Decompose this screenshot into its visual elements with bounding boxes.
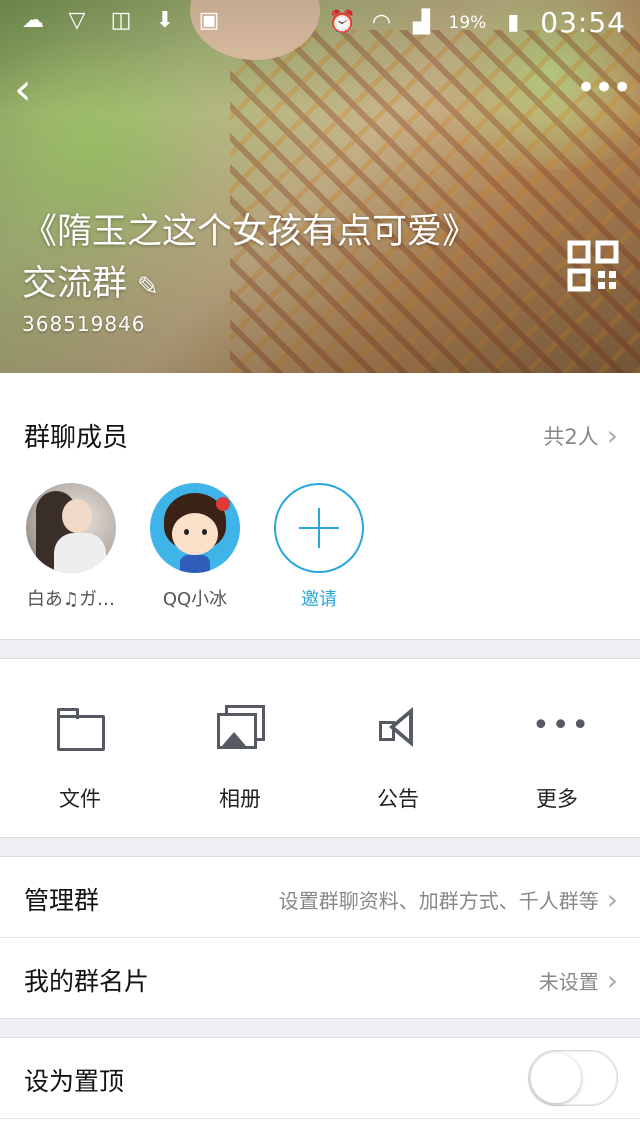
signal-icon: ▟ <box>413 9 430 35</box>
member-name: 白あ♫ガ… <box>26 589 116 610</box>
members-count-link[interactable]: 共2人 › <box>543 421 618 451</box>
group-cover-header: ☁ ▽ ◫ ⬇ ▣ ⏰ ◠ ▟ 19% ▮ 03:54 ‹ ••• 《隋玉之这个… <box>0 0 640 373</box>
bag-icon: ◫ <box>110 8 132 33</box>
folder-icon <box>55 703 105 751</box>
invite-button[interactable] <box>274 483 364 573</box>
members-section: 群聊成员 共2人 › 白あ♫ガ… QQ小冰 邀请 <box>0 373 640 640</box>
screenshot-icon: ▣ <box>198 8 220 33</box>
next-settings-row <box>0 1118 640 1139</box>
group-id: 368519846 <box>22 312 146 336</box>
avatar <box>150 483 240 573</box>
chevron-right-icon: › <box>606 963 618 997</box>
more-dots-icon: ••• <box>532 708 592 743</box>
group-actions-section: 文件 相册 公告 ••• 更多 <box>0 658 640 838</box>
status-right-icons: ⏰ ◠ ▟ 19% ▮ 03:54 <box>329 6 627 39</box>
my-group-card-value: 未设置 › <box>539 966 618 995</box>
manage-group-row[interactable]: 管理群 设置群聊资料、加群方式、千人群等 › <box>0 856 640 937</box>
member-item[interactable]: QQ小冰 <box>140 483 250 611</box>
album-label: 相册 <box>219 787 261 811</box>
manage-group-desc: 设置群聊资料、加群方式、千人群等 <box>278 889 599 913</box>
member-name: QQ小冰 <box>162 589 228 610</box>
wifi-icon: ◠ <box>371 9 392 35</box>
group-name[interactable]: 《隋玉之这个女孩有点可爱》交流群 ✎ <box>22 206 492 313</box>
pin-to-top-toggle[interactable] <box>528 1050 618 1106</box>
more-label: 更多 <box>536 787 578 811</box>
battery-percent: 19% <box>448 12 487 33</box>
pin-to-top-row: 设为置顶 <box>0 1037 640 1118</box>
invite-label: 邀请 <box>301 589 337 610</box>
edit-pencil-icon[interactable]: ✎ <box>137 261 159 313</box>
status-left-icons: ☁ ▽ ◫ ⬇ ▣ <box>20 8 222 34</box>
notice-action[interactable]: 公告 <box>338 703 458 813</box>
my-group-card-row[interactable]: 我的群名片 未设置 › <box>0 937 640 1019</box>
group-name-text: 《隋玉之这个女孩有点可爱》交流群 <box>22 212 478 304</box>
alarm-icon: ⏰ <box>328 9 356 35</box>
pin-to-top-label: 设为置顶 <box>24 1067 125 1096</box>
album-action[interactable]: 相册 <box>180 703 300 813</box>
members-count: 共2人 <box>543 425 599 449</box>
notice-label: 公告 <box>377 787 419 811</box>
toggle-knob <box>531 1053 581 1103</box>
more-action[interactable]: ••• 更多 <box>497 703 617 813</box>
chevron-right-icon: › <box>606 419 618 452</box>
battery-icon: ▮ <box>507 9 520 35</box>
cloud-icon: ☁ <box>22 8 44 33</box>
qr-code-icon[interactable] <box>567 240 619 292</box>
status-time: 03:54 <box>540 6 626 39</box>
back-icon[interactable]: ‹ <box>14 66 54 114</box>
plus-icon <box>299 508 339 548</box>
my-group-card-status: 未设置 <box>538 970 599 994</box>
avatar <box>26 483 116 573</box>
download-icon: ⬇ <box>155 8 175 33</box>
more-menu-icon[interactable]: ••• <box>576 68 632 108</box>
photo-album-icon <box>215 703 265 749</box>
megaphone-icon <box>373 703 423 749</box>
chevron-right-icon: › <box>606 882 618 916</box>
manage-group-label: 管理群 <box>24 886 100 915</box>
status-bar: ☁ ▽ ◫ ⬇ ▣ ⏰ ◠ ▟ 19% ▮ 03:54 <box>0 0 640 44</box>
vpn-icon: ▽ <box>68 8 86 33</box>
files-action[interactable]: 文件 <box>20 703 140 813</box>
members-title: 群聊成员 <box>24 423 129 453</box>
manage-group-value: 设置群聊资料、加群方式、千人群等 › <box>279 885 618 914</box>
my-group-card-label: 我的群名片 <box>24 967 150 996</box>
member-item[interactable]: 白あ♫ガ… <box>16 483 126 611</box>
invite-member[interactable]: 邀请 <box>264 483 374 611</box>
files-label: 文件 <box>59 787 101 811</box>
